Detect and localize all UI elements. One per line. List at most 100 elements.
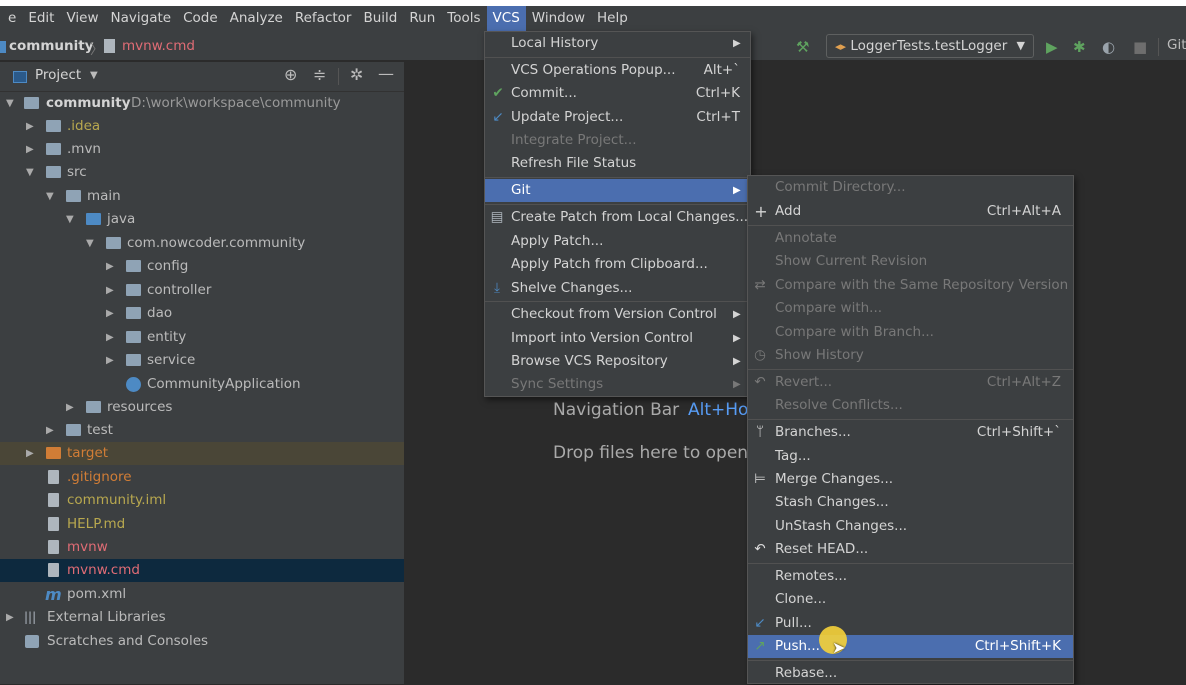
menu-separator — [748, 419, 1073, 420]
git-item-pull[interactable]: ↙ Pull... — [748, 612, 1073, 635]
git-item-add[interactable]: + Add Ctrl+Alt+A — [748, 200, 1073, 223]
git-item-reset-head[interactable]: ↶ Reset HEAD... — [748, 538, 1073, 561]
breadcrumb-project[interactable]: community — [9, 38, 94, 54]
expand-arrow-icon[interactable]: ▶ — [106, 326, 118, 349]
vcs-item-create-patch[interactable]: ▤ Create Patch from Local Changes... — [485, 206, 750, 229]
run-config-select[interactable]: ◂▸ LoggerTests.testLogger ▼ — [826, 34, 1034, 58]
vcs-item-apply-patch[interactable]: Apply Patch... — [485, 230, 750, 253]
menu-refactor[interactable]: Refactor — [289, 6, 358, 31]
expand-arrow-icon[interactable]: ▶ — [46, 419, 58, 442]
tree-row-test[interactable]: ▶ test — [0, 419, 404, 442]
tree-row-help[interactable]: HELP.md — [0, 513, 404, 536]
menu-tools[interactable]: Tools — [441, 6, 486, 31]
tree-row-entity[interactable]: ▶ entity — [0, 326, 404, 349]
coverage-icon[interactable]: ◐ — [1102, 38, 1115, 56]
tree-row-scratches[interactable]: Scratches and Consoles — [0, 630, 404, 653]
build-hammer-icon[interactable]: ⚒ — [796, 38, 809, 56]
tree-row-application[interactable]: CommunityApplication — [0, 373, 404, 396]
menu-edit[interactable]: Edit — [22, 6, 60, 31]
tree-label: com.nowcoder.community — [127, 235, 306, 251]
debug-icon[interactable]: ✱ — [1073, 38, 1086, 56]
run-icon[interactable]: ▶ — [1046, 38, 1058, 56]
expand-arrow-icon[interactable]: ▶ — [26, 115, 38, 138]
expand-arrow-icon[interactable]: ▶ — [106, 279, 118, 302]
expand-arrow-icon[interactable]: ▶ — [26, 442, 38, 465]
git-item-tag[interactable]: Tag... — [748, 445, 1073, 468]
tree-row-java[interactable]: ▼ java — [0, 208, 404, 231]
expand-arrow-icon[interactable]: ▶ — [26, 138, 38, 161]
git-item-merge-changes[interactable]: ⊨ Merge Changes... — [748, 468, 1073, 491]
vcs-item-local-history[interactable]: Local History ▶ — [485, 32, 750, 55]
tree-row-service[interactable]: ▶ service — [0, 349, 404, 372]
stop-icon[interactable]: ■ — [1133, 38, 1147, 56]
menu-window[interactable]: Window — [526, 6, 591, 31]
tree-row-package[interactable]: ▼ com.nowcoder.community — [0, 232, 404, 255]
tree-row-iml[interactable]: community.iml — [0, 489, 404, 512]
menu-separator — [485, 204, 750, 205]
vcs-item-apply-patch-clipboard[interactable]: Apply Patch from Clipboard... — [485, 253, 750, 276]
git-item-clone[interactable]: Clone... — [748, 588, 1073, 611]
tree-row-pom[interactable]: m pom.xml — [0, 583, 404, 606]
collapse-arrow-icon[interactable]: ▼ — [26, 161, 38, 184]
vcs-item-import[interactable]: Import into Version Control ▶ — [485, 327, 750, 350]
project-view-title[interactable]: Project — [35, 67, 81, 83]
breadcrumb-file[interactable]: mvnw.cmd — [122, 38, 195, 54]
expand-arrow-icon[interactable]: ▶ — [106, 302, 118, 325]
git-item-push[interactable]: ↗ Push... Ctrl+Shift+K — [748, 635, 1073, 658]
menu-code[interactable]: Code — [177, 6, 224, 31]
hide-panel-icon[interactable]: — — [378, 64, 394, 83]
vcs-item-shelve-changes[interactable]: ⤓ Shelve Changes... — [485, 277, 750, 300]
locate-icon[interactable]: ⊕ — [284, 65, 297, 84]
vcs-item-commit[interactable]: ✔ Commit... Ctrl+K — [485, 82, 750, 105]
vcs-item-refresh-status[interactable]: Refresh File Status — [485, 152, 750, 175]
tree-row-main[interactable]: ▼ main — [0, 185, 404, 208]
menu-help[interactable]: Help — [591, 6, 634, 31]
gear-icon[interactable]: ✲ — [350, 65, 363, 84]
git-label[interactable]: Git — [1167, 37, 1186, 53]
vcs-item-checkout[interactable]: Checkout from Version Control ▶ — [485, 303, 750, 326]
tree-row-community[interactable]: ▼ community D:\work\workspace\community — [0, 92, 404, 115]
tree-row-src[interactable]: ▼ src — [0, 161, 404, 184]
vcs-item-operations-popup[interactable]: VCS Operations Popup... Alt+` — [485, 59, 750, 82]
vcs-item-git[interactable]: Git ▶ — [485, 179, 750, 202]
tree-row-mvn[interactable]: ▶ .mvn — [0, 138, 404, 161]
menu-build[interactable]: Build — [357, 6, 403, 31]
git-item-stash-changes[interactable]: Stash Changes... — [748, 491, 1073, 514]
git-item-unstash-changes[interactable]: UnStash Changes... — [748, 515, 1073, 538]
menu-view[interactable]: View — [60, 6, 104, 31]
tree-row-controller[interactable]: ▶ controller — [0, 279, 404, 302]
collapse-arrow-icon[interactable]: ▼ — [86, 232, 98, 255]
expand-arrow-icon[interactable]: ▶ — [106, 349, 118, 372]
tree-row-dao[interactable]: ▶ dao — [0, 302, 404, 325]
tree-row-mvnw-cmd[interactable]: mvnw.cmd — [0, 559, 404, 582]
expand-arrow-icon[interactable]: ▶ — [106, 255, 118, 278]
tree-row-gitignore[interactable]: .gitignore — [0, 466, 404, 489]
menu-navigate[interactable]: Navigate — [105, 6, 178, 31]
resources-folder-icon — [86, 401, 101, 413]
tree-row-idea[interactable]: ▶ .idea — [0, 115, 404, 138]
vcs-item-browse-repository[interactable]: Browse VCS Repository ▶ — [485, 350, 750, 373]
expand-arrow-icon[interactable]: ▶ — [66, 396, 78, 419]
menu-file[interactable]: e — [2, 6, 22, 31]
git-item-branches[interactable]: ᛘ Branches... Ctrl+Shift+` — [748, 421, 1073, 444]
tree-row-config[interactable]: ▶ config — [0, 255, 404, 278]
view-dropdown-icon[interactable]: ▼ — [90, 70, 98, 81]
collapse-arrow-icon[interactable]: ▼ — [66, 208, 78, 231]
expand-arrow-icon[interactable]: ▶ — [6, 606, 18, 629]
menu-run[interactable]: Run — [403, 6, 441, 31]
collapse-arrow-icon[interactable]: ▼ — [6, 92, 18, 115]
collapse-arrow-icon[interactable]: ▼ — [46, 185, 58, 208]
git-item-rebase[interactable]: Rebase... — [748, 662, 1073, 685]
menu-separator — [485, 301, 750, 302]
vcs-menu: Local History ▶ VCS Operations Popup... … — [484, 31, 751, 397]
tree-row-mvnw[interactable]: mvnw — [0, 536, 404, 559]
menu-analyze[interactable]: Analyze — [224, 6, 289, 31]
branch-icon: ᛘ — [755, 424, 765, 440]
tree-row-target[interactable]: ▶ target — [0, 442, 404, 465]
tree-row-resources[interactable]: ▶ resources — [0, 396, 404, 419]
collapse-all-icon[interactable]: ≑ — [313, 65, 326, 84]
menu-vcs[interactable]: VCS — [486, 6, 526, 31]
tree-row-external-libraries[interactable]: ▶ ||| External Libraries — [0, 606, 404, 629]
git-item-remotes[interactable]: Remotes... — [748, 565, 1073, 588]
vcs-item-update-project[interactable]: ↙ Update Project... Ctrl+T — [485, 106, 750, 129]
